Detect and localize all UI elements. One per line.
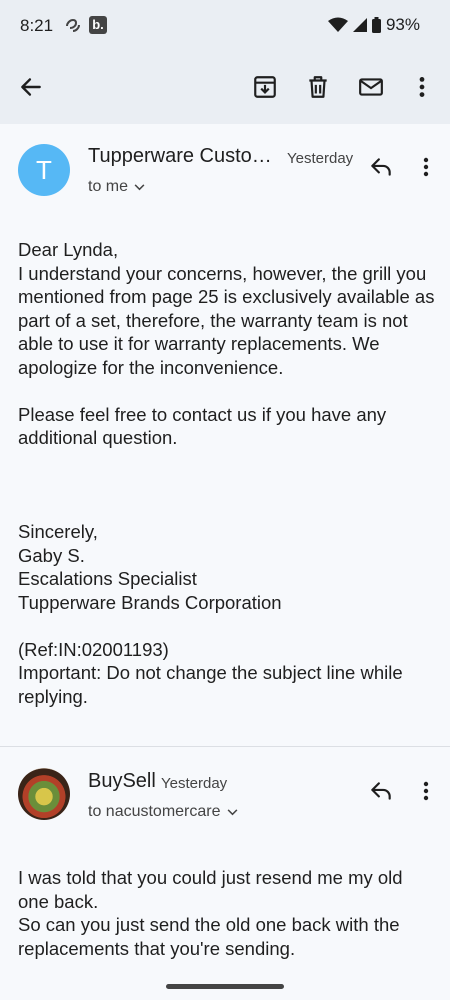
message-date: Yesterday [287, 150, 354, 167]
chevron-down-icon [134, 183, 145, 190]
signal-icon [352, 18, 367, 32]
recipient-toggle[interactable]: to nacustomercare [88, 803, 238, 821]
message-body: Dear Lynda, I understand your concerns, … [18, 239, 435, 707]
arrow-left-icon[interactable] [18, 74, 44, 100]
more-vert-icon[interactable] [409, 74, 435, 100]
avatar[interactable]: T [18, 144, 70, 196]
message-date: Yesterday [161, 775, 228, 792]
status-time: 8:21 [20, 16, 54, 35]
recipient-label: to me [88, 178, 129, 195]
more-vert-icon[interactable] [414, 779, 438, 803]
battery-percent: 93% [385, 15, 420, 34]
gesture-bar[interactable] [166, 984, 284, 989]
reply-icon[interactable] [368, 154, 394, 180]
message-header[interactable]: T Tupperware Custo… Yesterday to me [0, 124, 450, 224]
chevron-down-icon [227, 808, 237, 815]
status-bar: 8:21 b. 93% [0, 0, 450, 52]
message-header[interactable]: BuySell Yesterday to nacustomercare [0, 747, 450, 847]
battery-icon [371, 17, 381, 33]
reply-icon[interactable] [368, 778, 394, 804]
sender-name: Tupperware Custo… [88, 145, 272, 167]
message-toolbar [0, 52, 450, 124]
app-notification-icon: b. [89, 16, 107, 34]
message-body: I was told that you could just resend me… [18, 867, 403, 959]
avatar[interactable] [18, 768, 70, 820]
recipient-toggle[interactable]: to me [88, 178, 145, 196]
status-right: 93% [327, 15, 420, 35]
vpn-icon [64, 16, 82, 34]
recipient-label: to nacustomercare [88, 803, 221, 820]
archive-icon[interactable] [252, 74, 278, 100]
mail-icon[interactable] [358, 74, 384, 100]
trash-icon[interactable] [305, 74, 331, 100]
more-vert-icon[interactable] [414, 155, 438, 179]
wifi-icon [327, 17, 348, 33]
sender-name: BuySell [88, 770, 156, 792]
